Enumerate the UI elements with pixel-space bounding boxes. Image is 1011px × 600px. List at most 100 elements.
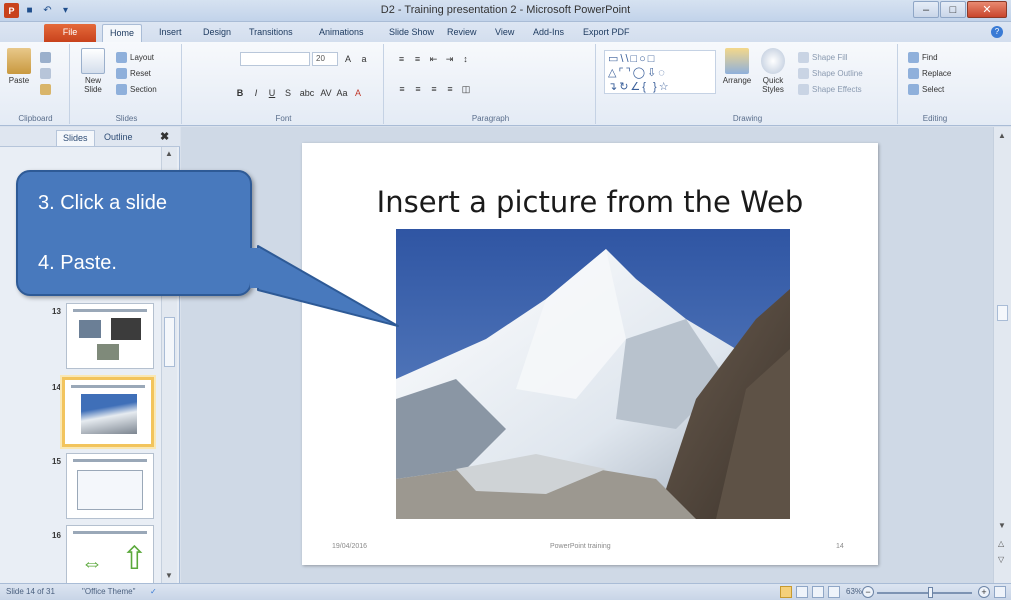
tab-export-pdf[interactable]: Export PDF [576, 24, 637, 42]
tab-design[interactable]: Design [196, 24, 238, 42]
replace-button[interactable]: Replace [908, 68, 951, 79]
copy-button[interactable] [40, 68, 51, 79]
select-button[interactable]: Select [908, 84, 944, 95]
section-button[interactable]: Section [116, 84, 157, 95]
columns-icon[interactable]: ◫ [460, 84, 472, 95]
spacing-button[interactable]: AV [320, 88, 332, 98]
font-format-row: B I U S abc AV Aa A [234, 88, 364, 98]
slide-sorter-view-icon[interactable] [796, 586, 808, 598]
tab-outline[interactable]: Outline [98, 130, 139, 146]
strikethrough-button[interactable]: abc [298, 88, 316, 98]
pane-tabs: Slides Outline ✖ [0, 127, 180, 147]
cut-button[interactable] [40, 52, 51, 63]
shape-outline-button[interactable]: Shape Outline [798, 68, 863, 79]
main-scrollbar[interactable]: ▲ ▼ △ ▽ [993, 127, 1011, 583]
slide-show-view-icon[interactable] [828, 586, 840, 598]
scroll-up-icon[interactable]: ▲ [998, 131, 1006, 140]
tab-slide-show[interactable]: Slide Show [382, 24, 441, 42]
spelling-check-icon[interactable]: ✓ [150, 587, 157, 596]
font-size-field[interactable]: 20 [312, 52, 338, 66]
bold-button[interactable]: B [234, 88, 246, 98]
font-color-button[interactable]: A [352, 88, 364, 98]
align-center-icon[interactable]: ≡ [412, 84, 424, 95]
scroll-down-icon[interactable]: ▼ [165, 571, 173, 580]
slide-thumbnail-15[interactable] [66, 453, 154, 519]
thumb-title [73, 459, 147, 462]
new-slide-button[interactable]: New Slide [76, 48, 110, 94]
maximize-icon[interactable]: □ [940, 1, 966, 18]
quick-styles-button[interactable]: Quick Styles [758, 48, 788, 94]
shape-effects-button[interactable]: Shape Effects [798, 84, 862, 95]
italic-button[interactable]: I [250, 88, 262, 98]
align-right-icon[interactable]: ≡ [428, 84, 440, 95]
arrange-label: Arrange [722, 76, 752, 85]
close-icon[interactable]: ✕ [967, 1, 1007, 18]
format-painter-button[interactable] [40, 84, 51, 95]
slide[interactable]: Insert a picture from the Web 19/04/2016… [302, 143, 878, 565]
scroll-down-icon[interactable]: ▼ [998, 521, 1006, 530]
shapes-gallery[interactable]: ▭\\□○□ △⌜⌝◯⇩◌ ↴↻∠{ }☆ [604, 50, 716, 94]
select-icon [908, 84, 919, 95]
numbering-icon[interactable]: ≡ [412, 54, 424, 65]
slide-thumbnail-14[interactable] [62, 377, 154, 447]
bullets-icon[interactable]: ≡ [396, 54, 408, 65]
zoom-slider-knob[interactable] [928, 587, 933, 598]
tab-view[interactable]: View [488, 24, 521, 42]
slides-group-label: Slides [115, 114, 138, 123]
shape-fill-button[interactable]: Shape Fill [798, 52, 848, 63]
zoom-slider[interactable] [877, 592, 972, 594]
zoom-out-icon[interactable]: − [862, 586, 874, 598]
justify-icon[interactable]: ≡ [444, 84, 456, 95]
tab-animations[interactable]: Animations [312, 24, 371, 42]
zoom-level[interactable]: 63% [846, 587, 862, 596]
callout-joint [250, 248, 260, 288]
decrease-indent-icon[interactable]: ⇤ [428, 54, 440, 65]
arrange-button[interactable]: Arrange [722, 48, 752, 85]
underline-button[interactable]: U [266, 88, 278, 98]
scroll-thumb[interactable] [164, 317, 175, 367]
slide-title[interactable]: Insert a picture from the Web [302, 185, 878, 219]
reset-button[interactable]: Reset [116, 68, 151, 79]
change-case-button[interactable]: Aa [336, 88, 348, 98]
fit-to-window-icon[interactable] [994, 586, 1006, 598]
mountain-picture[interactable] [396, 229, 790, 519]
theme-name[interactable]: "Office Theme" [82, 587, 135, 596]
copy-icon [40, 68, 51, 79]
minimize-icon[interactable]: – [913, 1, 939, 18]
shape-fill-label: Shape Fill [812, 53, 848, 62]
scroll-up-icon[interactable]: ▲ [165, 149, 173, 158]
close-pane-icon[interactable]: ✖ [160, 130, 169, 143]
slide-thumbnail-13[interactable] [66, 303, 154, 369]
tab-review[interactable]: Review [440, 24, 484, 42]
help-icon[interactable]: ? [991, 26, 1003, 38]
grow-font-icon[interactable]: A [342, 54, 354, 64]
tab-add-ins[interactable]: Add-Ins [526, 24, 571, 42]
tab-file[interactable]: File [44, 24, 96, 42]
thumb-photo [111, 318, 141, 340]
next-slide-icon[interactable]: ▽ [998, 555, 1004, 564]
tab-transitions[interactable]: Transitions [242, 24, 300, 42]
tab-slides[interactable]: Slides [56, 130, 95, 146]
shadow-button[interactable]: S [282, 88, 294, 98]
font-name-field[interactable] [240, 52, 310, 66]
zoom-in-icon[interactable]: + [978, 586, 990, 598]
tab-insert[interactable]: Insert [152, 24, 189, 42]
increase-indent-icon[interactable]: ⇥ [444, 54, 456, 65]
shrink-font-icon[interactable]: a [358, 54, 370, 64]
normal-view-icon[interactable] [780, 586, 792, 598]
slides-group: New Slide Layout Reset Section Slides [72, 44, 182, 124]
line-spacing-icon[interactable]: ↕ [460, 54, 472, 65]
footer-text: PowerPoint training [550, 543, 611, 550]
slide-thumbnail-16[interactable]: ⇔ ⇧ [66, 525, 154, 591]
footer-page-number: 14 [836, 543, 844, 550]
find-button[interactable]: Find [908, 52, 938, 63]
thumb-photo [81, 394, 137, 434]
scroll-thumb[interactable] [997, 305, 1008, 321]
paste-button[interactable]: Paste [4, 48, 34, 85]
previous-slide-icon[interactable]: △ [998, 539, 1004, 548]
paragraph-group: ≡ ≡ ⇤ ⇥ ↕ ≡ ≡ ≡ ≡ ◫ Paragraph [386, 44, 596, 124]
tab-home[interactable]: Home [102, 24, 143, 42]
align-left-icon[interactable]: ≡ [396, 84, 408, 95]
reading-view-icon[interactable] [812, 586, 824, 598]
layout-button[interactable]: Layout [116, 52, 154, 63]
